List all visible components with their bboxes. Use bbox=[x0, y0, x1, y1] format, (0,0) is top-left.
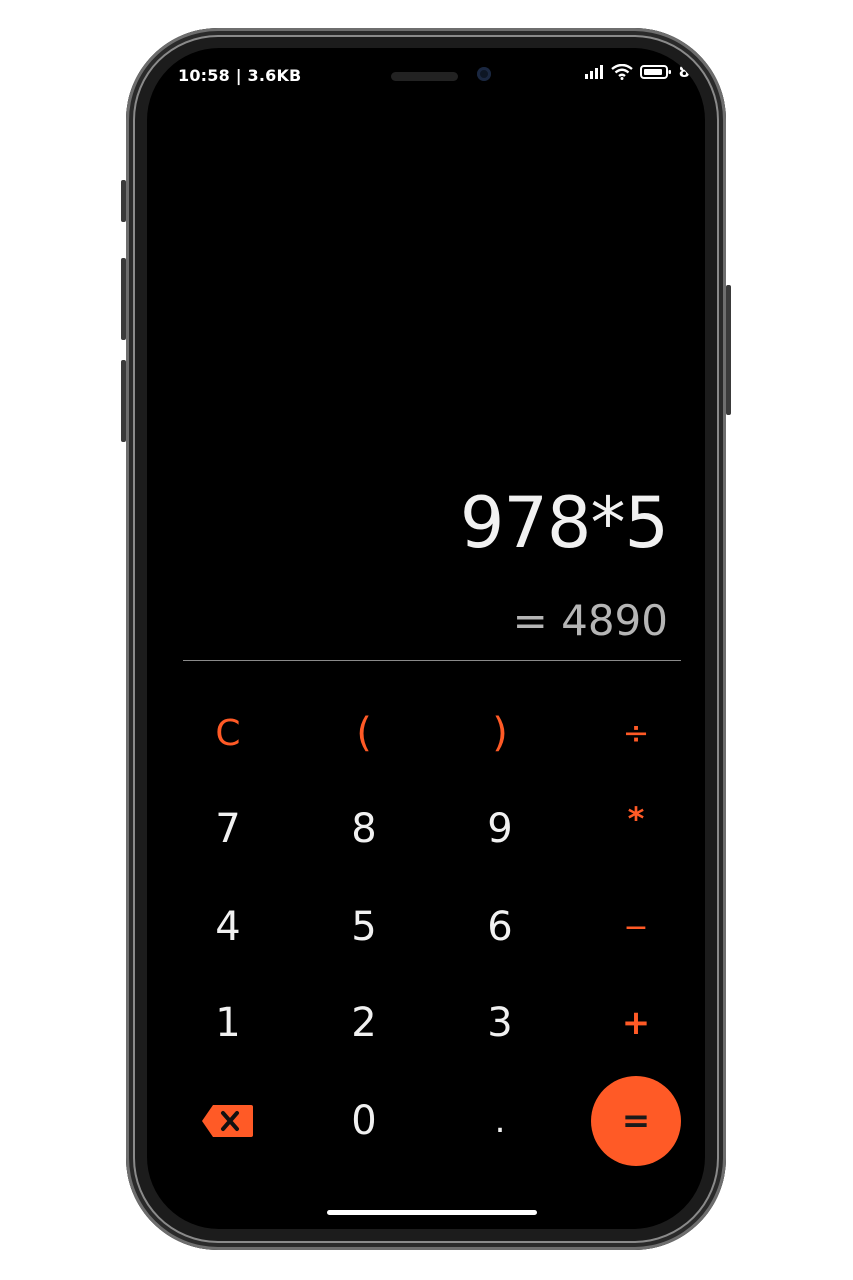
status-time: 10:58 | 3.6KB bbox=[178, 66, 302, 85]
multiply-button[interactable]: * bbox=[591, 774, 681, 864]
battery-icon bbox=[639, 64, 671, 79]
digit-0-button[interactable]: 0 bbox=[319, 1076, 409, 1166]
display-divider bbox=[183, 660, 681, 661]
add-button[interactable]: + bbox=[591, 978, 681, 1068]
digit-2-button[interactable]: 2 bbox=[319, 978, 409, 1068]
screen: 10:58 | 3.6KB 83 978*5 = 4890 C ( ) ÷ 7 … bbox=[147, 48, 705, 1229]
digit-4-button[interactable]: 4 bbox=[183, 882, 273, 972]
digit-5-button[interactable]: 5 bbox=[319, 882, 409, 972]
digit-8-button[interactable]: 8 bbox=[319, 784, 409, 874]
clear-button[interactable]: C bbox=[183, 688, 273, 778]
result-display: = 4890 bbox=[512, 596, 668, 645]
subtract-button[interactable]: − bbox=[591, 882, 681, 972]
digit-9-button[interactable]: 9 bbox=[455, 784, 545, 874]
status-icons: 83 bbox=[584, 62, 701, 81]
equals-button[interactable]: = bbox=[591, 1076, 681, 1166]
battery-percentage: 83 bbox=[678, 62, 701, 81]
digit-6-button[interactable]: 6 bbox=[455, 882, 545, 972]
power-button bbox=[726, 285, 731, 415]
signal-icon bbox=[584, 64, 603, 79]
digit-1-button[interactable]: 1 bbox=[183, 978, 273, 1068]
expression-display: 978*5 bbox=[459, 482, 669, 564]
digit-7-button[interactable]: 7 bbox=[183, 784, 273, 874]
decimal-button[interactable]: . bbox=[455, 1076, 545, 1166]
volume-down-button bbox=[121, 360, 126, 442]
digit-3-button[interactable]: 3 bbox=[455, 978, 545, 1068]
home-indicator[interactable] bbox=[327, 1210, 537, 1215]
close-paren-button[interactable]: ) bbox=[455, 688, 545, 778]
backspace-icon bbox=[202, 1105, 253, 1137]
mute-switch bbox=[121, 180, 126, 222]
backspace-button[interactable] bbox=[183, 1076, 273, 1166]
wifi-icon bbox=[610, 63, 633, 80]
earpiece-speaker bbox=[391, 72, 458, 81]
front-camera bbox=[477, 67, 491, 81]
volume-up-button bbox=[121, 258, 126, 340]
open-paren-button[interactable]: ( bbox=[319, 688, 409, 778]
divide-button[interactable]: ÷ bbox=[591, 688, 681, 778]
